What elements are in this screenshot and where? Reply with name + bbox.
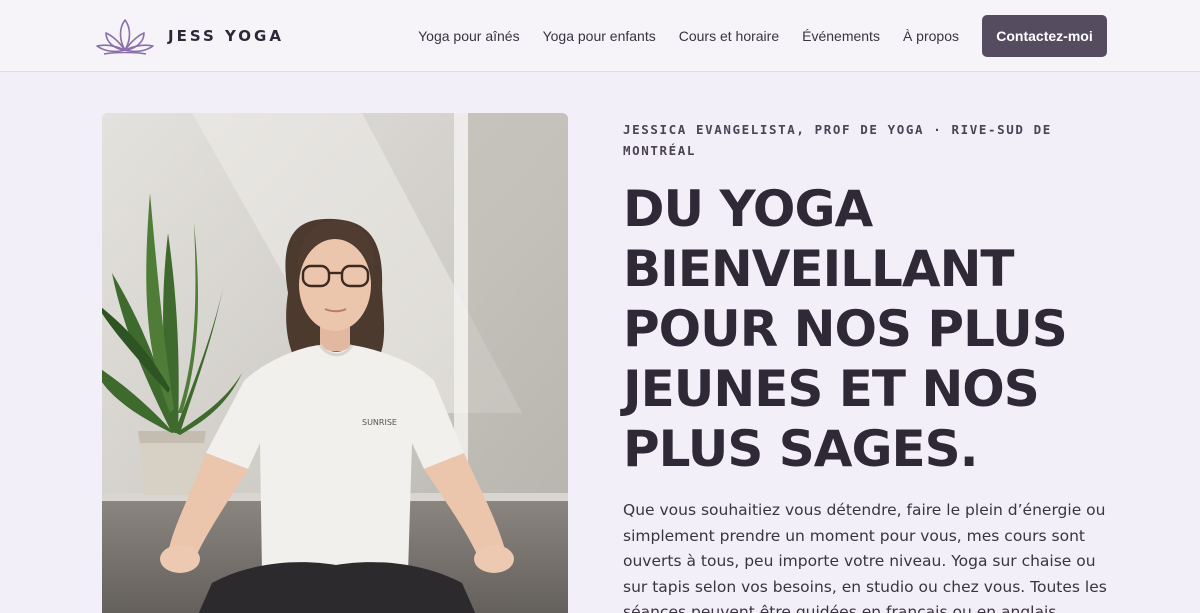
nav-link-about[interactable]: À propos — [903, 28, 959, 44]
site-header: JESS YOGA Yoga pour aînés Yoga pour enfa… — [0, 0, 1200, 72]
shirt-print: SUNRISE — [362, 418, 397, 427]
hero-photo: SUNRISE — [102, 113, 568, 613]
nav-link-kids-yoga[interactable]: Yoga pour enfants — [543, 28, 656, 44]
nav-link-events[interactable]: Événements — [802, 28, 880, 44]
hero-eyebrow: JESSICA EVANGELISTA, PROF DE YOGA · RIVE… — [623, 122, 1052, 158]
nav-link-seniors-yoga[interactable]: Yoga pour aînés — [418, 28, 519, 44]
hero-headline: DU YOGA BIENVEILLANT POUR NOS PLUS JEUNE… — [623, 180, 1068, 478]
hero-intro: Que vous souhaitiez vous détendre, faire… — [623, 501, 1107, 613]
logo-link[interactable]: JESS YOGA — [94, 16, 284, 56]
main-nav: Yoga pour aînés Yoga pour enfants Cours … — [418, 0, 959, 72]
brand-name: JESS YOGA — [168, 27, 284, 45]
lotus-icon — [94, 16, 156, 56]
nav-link-classes-schedule[interactable]: Cours et horaire — [679, 28, 779, 44]
contact-button[interactable]: Contactez-moi — [982, 15, 1107, 57]
